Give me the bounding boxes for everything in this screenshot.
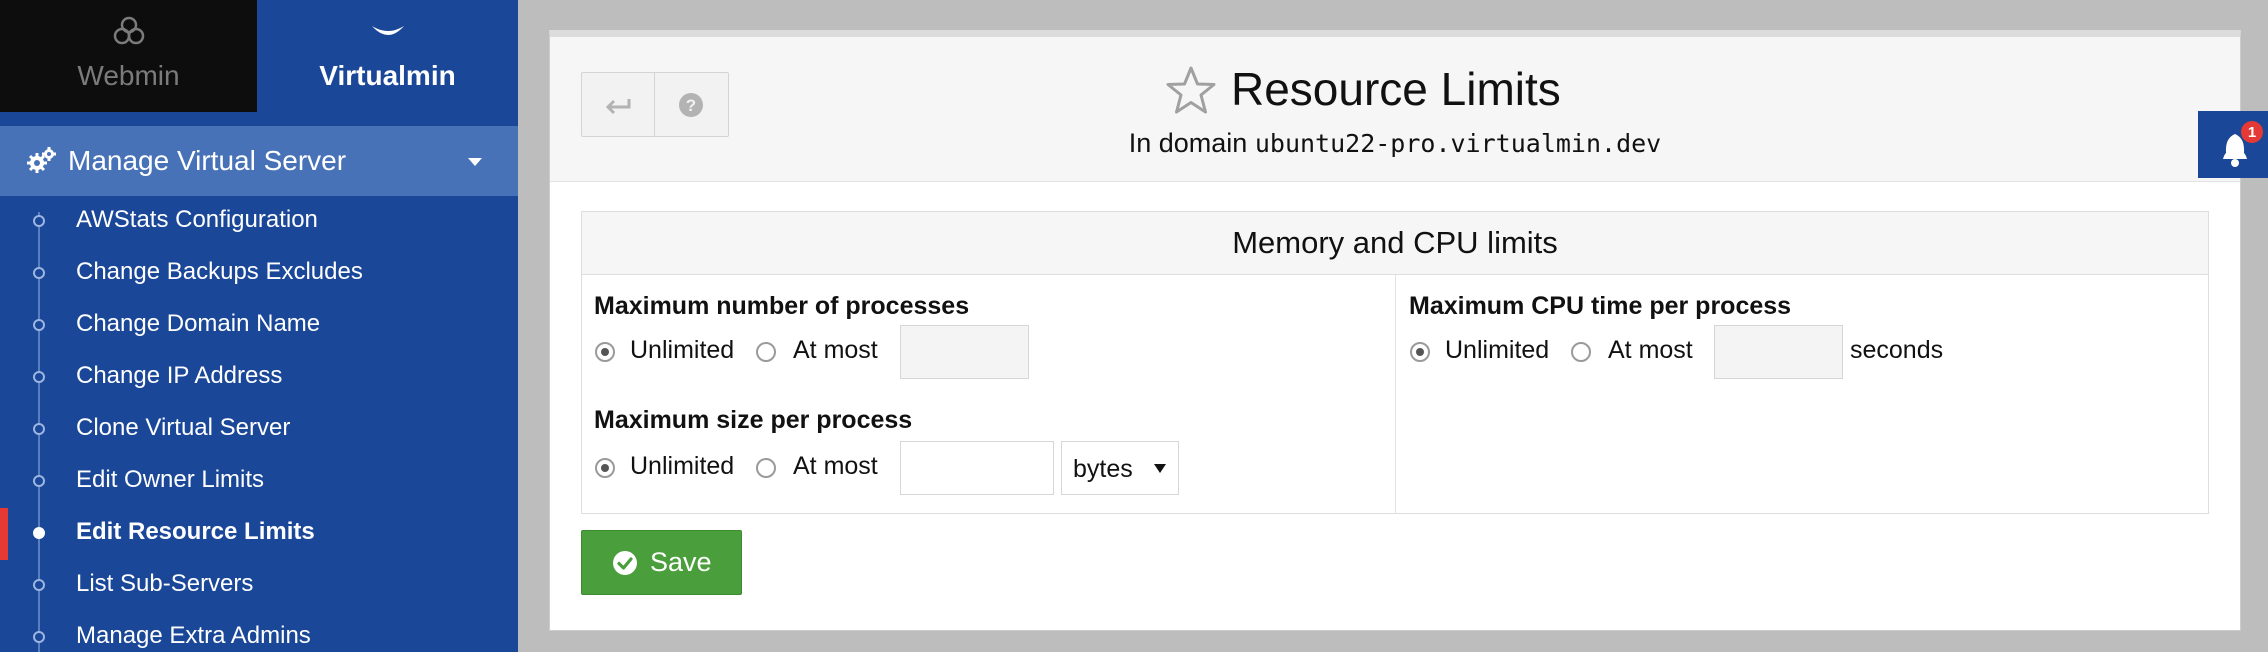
sidebar-item-list-sub-servers[interactable]: List Sub-Servers [0,560,518,612]
max-cpu-unit-label: seconds [1850,336,1944,364]
max-size-unit-select[interactable]: bytes [1061,441,1179,495]
max-processes-unlimited-label: Unlimited [630,336,735,364]
column-divider [1395,275,1396,513]
sidebar-item-label: List Sub-Servers [76,570,254,597]
product-switcher: Webmin Virtualmin [0,0,518,112]
save-button-label: Save [650,547,712,577]
max-processes-unlimited-radio[interactable] [595,342,615,362]
sidebar-item-label: Clone Virtual Server [76,414,291,441]
save-button[interactable]: Save [581,530,742,595]
sidebar-item-label: Edit Resource Limits [76,518,315,545]
page-title: Resource Limits [1231,63,1561,115]
max-size-atmost-radio[interactable] [756,458,776,478]
active-marker [0,508,8,560]
webmin-switch[interactable]: Webmin [0,0,257,112]
max-size-input[interactable] [900,441,1054,495]
sidebar-item-label: Change IP Address [76,362,283,389]
sidebar-item-clone-virtual-server[interactable]: Clone Virtual Server [0,404,518,456]
gears-icon [27,147,56,173]
bullet-icon [33,423,45,435]
bullet-icon [33,319,45,331]
sidebar-item-edit-owner-limits[interactable]: Edit Owner Limits [0,456,518,508]
max-cpu-label: Maximum CPU time per process [1409,292,1792,320]
webmin-logo-icon [113,16,144,45]
subtitle-prefix: In domain [1128,128,1248,158]
max-size-unlimited-radio[interactable] [595,458,615,478]
manage-menu-label: Manage Virtual Server [68,145,347,176]
return-arrow-icon [605,98,631,114]
max-processes-label: Maximum number of processes [594,292,970,320]
sidebar-item-label: Change Domain Name [76,310,321,337]
chevron-down-icon [371,26,404,35]
memory-cpu-limits-table: Memory and CPU limits Maximum number of … [581,211,2209,514]
bullet-icon [33,371,45,383]
bullet-icon [33,267,45,279]
max-processes-atmost-radio[interactable] [756,342,776,362]
check-circle-icon [613,551,637,575]
max-cpu-input[interactable] [1714,325,1843,379]
max-size-unit-value: bytes [1073,455,1133,483]
sidebar-item-label: Change Backups Excludes [76,258,363,285]
sidebar-item-awstats-configuration[interactable]: AWStats Configuration [0,196,518,248]
limits-table-heading: Memory and CPU limits [582,212,2208,275]
max-processes-input[interactable] [900,325,1029,379]
max-cpu-atmost-radio[interactable] [1571,342,1591,362]
max-cpu-unlimited-label: Unlimited [1445,336,1550,364]
max-size-unlimited-label: Unlimited [630,452,735,480]
sidebar-item-label: Edit Owner Limits [76,466,265,493]
bullet-icon [33,527,45,539]
max-size-label: Maximum size per process [594,406,913,434]
sidebar-item-manage-extra-admins[interactable]: Manage Extra Admins [0,612,518,652]
max-processes-atmost-label: At most [793,336,878,364]
notifications-button[interactable]: 1 [2198,111,2268,178]
notification-count-badge: 1 [2241,121,2263,143]
sidebar-item-change-domain-name[interactable]: Change Domain Name [0,300,518,352]
help-button[interactable]: ? [655,73,727,136]
sidebar-item-label: Manage Extra Admins [76,622,311,649]
panel-header: ? Resource Limits In domain ubuntu22-pro… [550,37,2240,182]
manage-virtual-server-menu[interactable]: Manage Virtual Server [0,126,518,196]
max-cpu-unlimited-radio[interactable] [1410,342,1430,362]
bullet-icon [33,475,45,487]
webmin-label: Webmin [77,60,180,91]
svg-text:?: ? [686,96,696,115]
domain-name: ubuntu22-pro.virtualmin.dev [1254,129,1662,158]
sidebar: Webmin Virtualmin Manage Virtual Server … [0,0,518,652]
virtualmin-label: Virtualmin [319,60,456,91]
bullet-icon [33,215,45,227]
max-cpu-atmost-label: At most [1608,336,1693,364]
main-panel: ? Resource Limits In domain ubuntu22-pro… [549,30,2241,631]
bell-icon [2223,134,2247,167]
virtualmin-switch[interactable]: Virtualmin [257,0,518,112]
star-icon[interactable] [1164,65,1218,117]
bullet-icon [33,579,45,591]
sidebar-item-edit-resource-limits[interactable]: Edit Resource Limits [0,508,518,560]
sidebar-item-label: AWStats Configuration [76,206,318,233]
caret-down-icon [468,158,482,166]
max-size-atmost-label: At most [793,452,878,480]
question-circle-icon: ? [679,92,703,117]
bullet-icon [33,631,45,643]
back-button[interactable] [582,73,655,136]
sidebar-item-change-ip-address[interactable]: Change IP Address [0,352,518,404]
sidebar-item-change-backups-excludes[interactable]: Change Backups Excludes [0,248,518,300]
page-subtitle: In domain ubuntu22-pro.virtualmin.dev [550,128,2240,159]
dropdown-arrow-icon [1154,464,1166,473]
